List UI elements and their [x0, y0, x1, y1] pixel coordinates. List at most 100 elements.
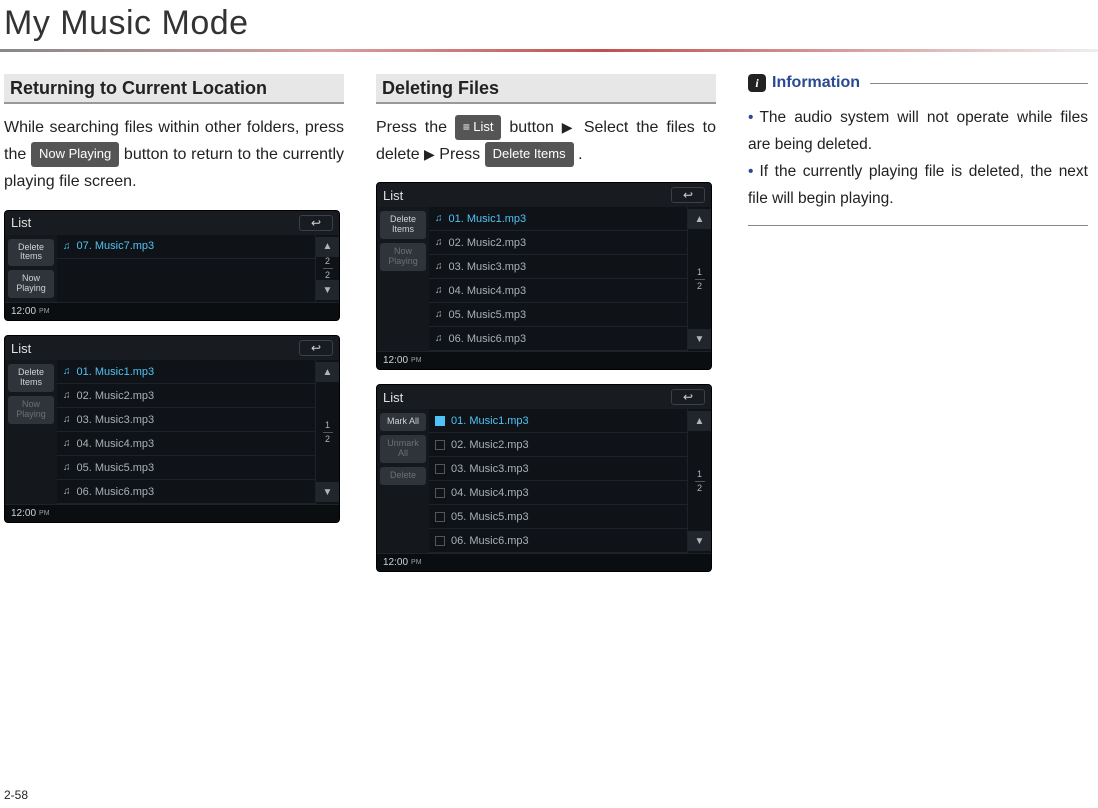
- file-name: 07. Music7.mp3: [77, 240, 155, 252]
- list-item[interactable]: ♫06. Music6.mp3: [57, 480, 315, 504]
- music-note-icon: ♫: [435, 213, 443, 224]
- list-item[interactable]: ♫06. Music6.mp3: [429, 327, 687, 351]
- scroll-down-icon[interactable]: ▼: [316, 482, 339, 502]
- file-name: 03. Music3.mp3: [449, 261, 527, 273]
- divider: [748, 225, 1088, 226]
- scroll-down-icon[interactable]: ▼: [316, 280, 339, 300]
- delete-button[interactable]: Delete: [380, 467, 426, 485]
- page-current: 1: [697, 470, 702, 479]
- scroll-down-icon[interactable]: ▼: [688, 531, 711, 551]
- back-icon[interactable]: ↩: [671, 389, 705, 405]
- music-note-icon: ♫: [435, 261, 443, 272]
- list-item[interactable]: 04. Music4.mp3: [429, 481, 687, 505]
- back-icon[interactable]: ↩: [671, 187, 705, 203]
- delete-items-button[interactable]: Delete Items: [8, 239, 54, 267]
- music-note-icon: ♫: [63, 438, 71, 449]
- list-item[interactable]: 03. Music3.mp3: [429, 457, 687, 481]
- checkbox-icon[interactable]: [435, 440, 445, 450]
- music-note-icon: ♫: [63, 390, 71, 401]
- list-item[interactable]: ♫ 04. Music4.mp3: [429, 279, 687, 303]
- list-item[interactable]: ♫02. Music2.mp3: [429, 231, 687, 255]
- ss-title: List: [11, 215, 299, 230]
- page-indicator: 1 2: [695, 229, 705, 329]
- unmark-all-button[interactable]: Unmark All: [380, 435, 426, 463]
- file-name: 06. Music6.mp3: [451, 535, 529, 547]
- deleting-paragraph: Press the List button ▶ Select the files…: [376, 114, 716, 168]
- music-note-icon: ♫: [435, 285, 443, 296]
- now-playing-button[interactable]: Now Playing: [8, 396, 54, 424]
- divider: [870, 83, 1088, 84]
- file-name: 04. Music4.mp3: [77, 438, 155, 450]
- info-item: •If the currently playing file is delete…: [748, 158, 1088, 212]
- scroll-up-icon[interactable]: ▲: [316, 362, 339, 382]
- delete-items-button[interactable]: Delete Items: [8, 364, 54, 392]
- back-icon[interactable]: ↩: [299, 340, 333, 356]
- ss-title: List: [383, 390, 671, 405]
- clock: 12:00PM: [5, 504, 339, 522]
- music-note-icon: ♫: [435, 333, 443, 344]
- page-current: 1: [325, 421, 330, 430]
- list-item[interactable]: ♫ 01. Music1.mp3: [429, 207, 687, 231]
- delete-items-button[interactable]: Delete Items: [485, 142, 574, 167]
- section-heading-returning: Returning to Current Location: [4, 74, 344, 104]
- file-name: 04. Music4.mp3: [451, 487, 529, 499]
- scroll-up-icon[interactable]: ▲: [316, 237, 339, 257]
- file-name: 02. Music2.mp3: [451, 439, 529, 451]
- scroll-down-icon[interactable]: ▼: [688, 329, 711, 349]
- info-item: •The audio system will not operate while…: [748, 104, 1088, 158]
- page-total: 2: [325, 435, 330, 444]
- list-item[interactable]: ♫ 05. Music5.mp3: [429, 303, 687, 327]
- list-item[interactable]: 01. Music1.mp3: [429, 409, 687, 433]
- scroll-up-icon[interactable]: ▲: [688, 411, 711, 431]
- checkbox-icon[interactable]: [435, 536, 445, 546]
- music-note-icon: ♫: [63, 414, 71, 425]
- screenshot-list-page1: List ↩ Delete Items Now Playing ♫01. Mus…: [4, 335, 340, 523]
- column-information: i Information •The audio system will not…: [748, 74, 1088, 572]
- bullet-icon: •: [748, 109, 753, 126]
- back-icon[interactable]: ↩: [299, 215, 333, 231]
- clock: 12:00PM: [5, 302, 339, 320]
- page-title: My Music Mode: [0, 0, 1098, 43]
- list-item[interactable]: ♫05. Music5.mp3: [57, 456, 315, 480]
- now-playing-button[interactable]: Now Playing: [8, 270, 54, 298]
- list-button[interactable]: List: [455, 115, 502, 140]
- page-total: 2: [325, 271, 330, 280]
- list-item[interactable]: ♫ 03. Music3.mp3: [429, 255, 687, 279]
- file-name: 04. Music4.mp3: [449, 285, 527, 297]
- column-returning: Returning to Current Location While sear…: [4, 74, 344, 572]
- page-current: 2: [325, 257, 330, 266]
- delete-items-button[interactable]: Delete Items: [380, 211, 426, 239]
- list-item[interactable]: ♫ 04. Music4.mp3: [57, 432, 315, 456]
- list-item[interactable]: ♫ 02. Music2.mp3: [57, 384, 315, 408]
- now-playing-button[interactable]: Now Playing: [380, 243, 426, 271]
- checkbox-icon[interactable]: [435, 488, 445, 498]
- returning-paragraph: While searching files within other folde…: [4, 114, 344, 196]
- music-note-icon: ♫: [63, 486, 71, 497]
- text: Press: [439, 146, 484, 163]
- list-item[interactable]: 02. Music2.mp3: [429, 433, 687, 457]
- list-item[interactable]: ♫01. Music1.mp3: [57, 360, 315, 384]
- file-name: 05. Music5.mp3: [449, 309, 527, 321]
- music-note-icon: ♫: [435, 309, 443, 320]
- ss-title: List: [11, 341, 299, 356]
- info-text: If the currently playing file is deleted…: [748, 163, 1088, 207]
- page-total: 2: [697, 484, 702, 493]
- mark-all-button[interactable]: Mark All: [380, 413, 426, 431]
- list-item[interactable]: ♫03. Music3.mp3: [57, 408, 315, 432]
- file-name: 01. Music1.mp3: [449, 213, 527, 225]
- list-item[interactable]: ♫07. Music7.mp3: [57, 235, 315, 259]
- checkbox-icon[interactable]: [435, 464, 445, 474]
- file-name: 05. Music5.mp3: [77, 462, 155, 474]
- scroll-up-icon[interactable]: ▲: [688, 209, 711, 229]
- list-item[interactable]: 06. Music6.mp3: [429, 529, 687, 553]
- page-indicator: 1 2: [323, 382, 333, 482]
- arrow-right-icon: ▶: [562, 119, 576, 135]
- list-item[interactable]: 05. Music5.mp3: [429, 505, 687, 529]
- file-name: 02. Music2.mp3: [77, 390, 155, 402]
- now-playing-button[interactable]: Now Playing: [31, 142, 119, 167]
- checkbox-icon[interactable]: [435, 512, 445, 522]
- arrow-right-icon: ▶: [424, 146, 435, 162]
- clock: 12:00PM: [377, 351, 711, 369]
- checkbox-icon[interactable]: [435, 416, 445, 426]
- ss-title: List: [383, 188, 671, 203]
